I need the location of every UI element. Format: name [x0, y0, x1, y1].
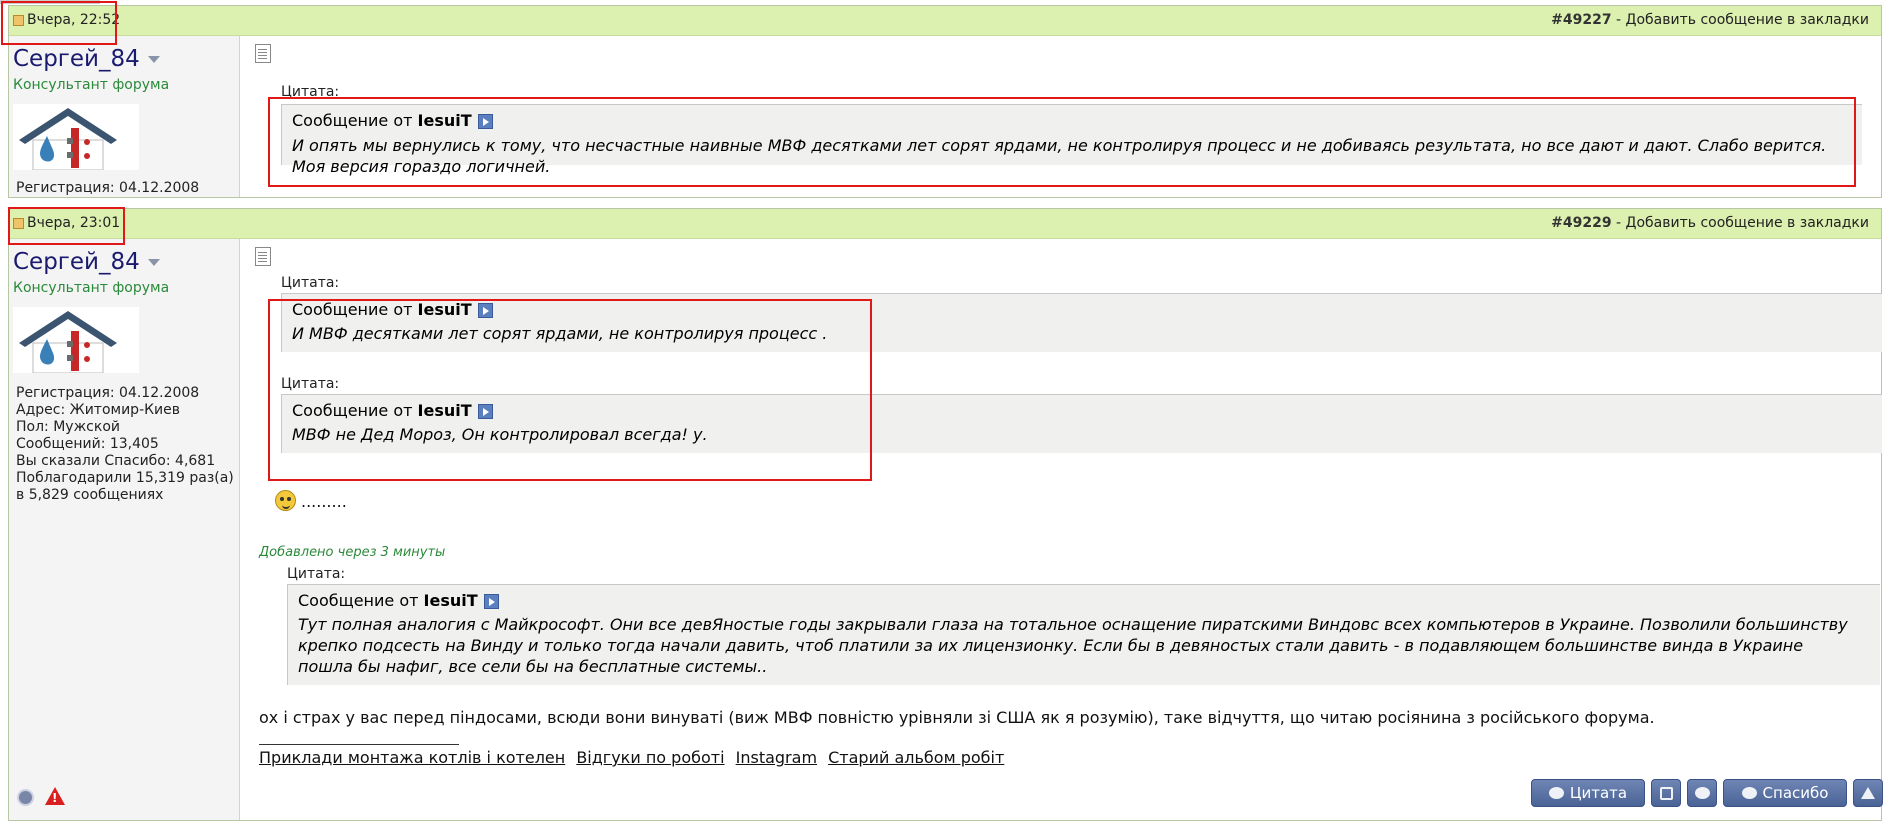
user-thanks-received: Поблагодарили 15,319 раз(а) — [16, 470, 234, 486]
highlight-box-date-2 — [8, 207, 125, 245]
speech-bubble-icon — [1548, 787, 1564, 799]
thumbs-up-icon — [1741, 787, 1757, 799]
signature-link-instagram[interactable]: Instagram — [736, 748, 817, 767]
view-post-arrow-icon[interactable] — [483, 594, 499, 609]
thanks-button[interactable]: Спасибо — [1723, 779, 1847, 807]
smile-trail-text: ......... — [301, 492, 347, 511]
username[interactable]: Сергей_84 — [13, 46, 160, 72]
quote-label: Цитата: — [281, 275, 340, 291]
post-links: #49229 - Добавить сообщение в закладки — [1551, 215, 1869, 231]
highlight-box-quote-1 — [268, 97, 1856, 187]
user-post-count: Сообщений: 13,405 — [16, 436, 159, 452]
signature-links: Приклади монтажа котлів і котелен Відгук… — [259, 748, 1010, 767]
post-number-link[interactable]: #49229 — [1551, 215, 1611, 231]
quick-reply-icon — [1694, 787, 1710, 799]
user-title: Консультант форума — [13, 77, 170, 93]
avatar — [13, 307, 139, 374]
bookmark-link[interactable]: Добавить сообщение в закладки — [1626, 12, 1869, 28]
avatar — [13, 104, 139, 171]
highlight-box-date-1 — [1, 1, 117, 45]
quote-label: Цитата: — [287, 566, 346, 582]
added-later-note: Добавлено через 3 минуты — [259, 545, 446, 560]
signature-link-boilers[interactable]: Приклади монтажа котлів і котелен — [259, 748, 565, 767]
username[interactable]: Сергей_84 — [13, 249, 160, 275]
post-doc-icon — [255, 44, 271, 63]
user-title: Консультант форума — [13, 280, 170, 296]
quote-text: Тут полная аналогия с Майкрософт. Они вс… — [298, 615, 1848, 676]
multi-quote-button[interactable] — [1651, 779, 1681, 807]
post-number-link[interactable]: #49227 — [1551, 12, 1611, 28]
bookmark-link[interactable]: Добавить сообщение в закладки — [1626, 215, 1869, 231]
quote-box: Сообщение от IesuiT Тут полная аналогия … — [287, 584, 1880, 685]
scroll-top-button[interactable] — [1853, 779, 1883, 807]
online-status-icon[interactable] — [17, 789, 34, 806]
chevron-down-icon[interactable] — [147, 56, 160, 63]
post-header: Вчера, 23:01 #49229 - Добавить сообщение… — [9, 209, 1881, 239]
post-body-text: ох і страх у вас перед піндосами, всюди … — [259, 708, 1655, 727]
arrow-up-icon — [1861, 787, 1875, 799]
chevron-down-icon[interactable] — [147, 259, 160, 266]
quote-author: Сообщение от IesuiT — [298, 591, 499, 610]
user-stats: Регистрация: 04.12.2008 Адрес: Житомир-К… — [16, 385, 234, 504]
post-links: #49227 - Добавить сообщение в закладки — [1551, 12, 1869, 28]
highlight-box-quotes-2 — [268, 299, 872, 481]
signature-link-reviews[interactable]: Відгуки по роботі — [576, 748, 724, 767]
user-gender: Пол: Мужской — [16, 419, 121, 435]
user-registration: Регистрация: 04.12.2008 — [16, 180, 200, 196]
user-thanks-posts: в 5,829 сообщениях — [16, 487, 164, 503]
quote-button[interactable]: Цитата — [1531, 779, 1645, 807]
post-header: Вчера, 22:52 #49227 - Добавить сообщение… — [9, 6, 1881, 36]
user-thanks-given: Вы сказали Спасибо: 4,681 — [16, 453, 216, 469]
smile-icon — [275, 490, 296, 511]
signature-divider — [259, 744, 459, 745]
user-info-panel: Сергей_84 Консультант форума Регистрация… — [9, 239, 240, 820]
user-address: Адрес: Житомир-Киев — [16, 402, 181, 418]
signature-link-album[interactable]: Старий альбом робіт — [828, 748, 1004, 767]
user-registration: Регистрация: 04.12.2008 — [16, 385, 200, 401]
user-info-panel: Сергей_84 Консультант форума Регистрация… — [9, 36, 240, 197]
quick-reply-button[interactable] — [1687, 779, 1717, 807]
multi-quote-icon — [1659, 786, 1673, 800]
post-doc-icon — [255, 247, 271, 266]
report-warning-icon[interactable] — [45, 787, 65, 805]
